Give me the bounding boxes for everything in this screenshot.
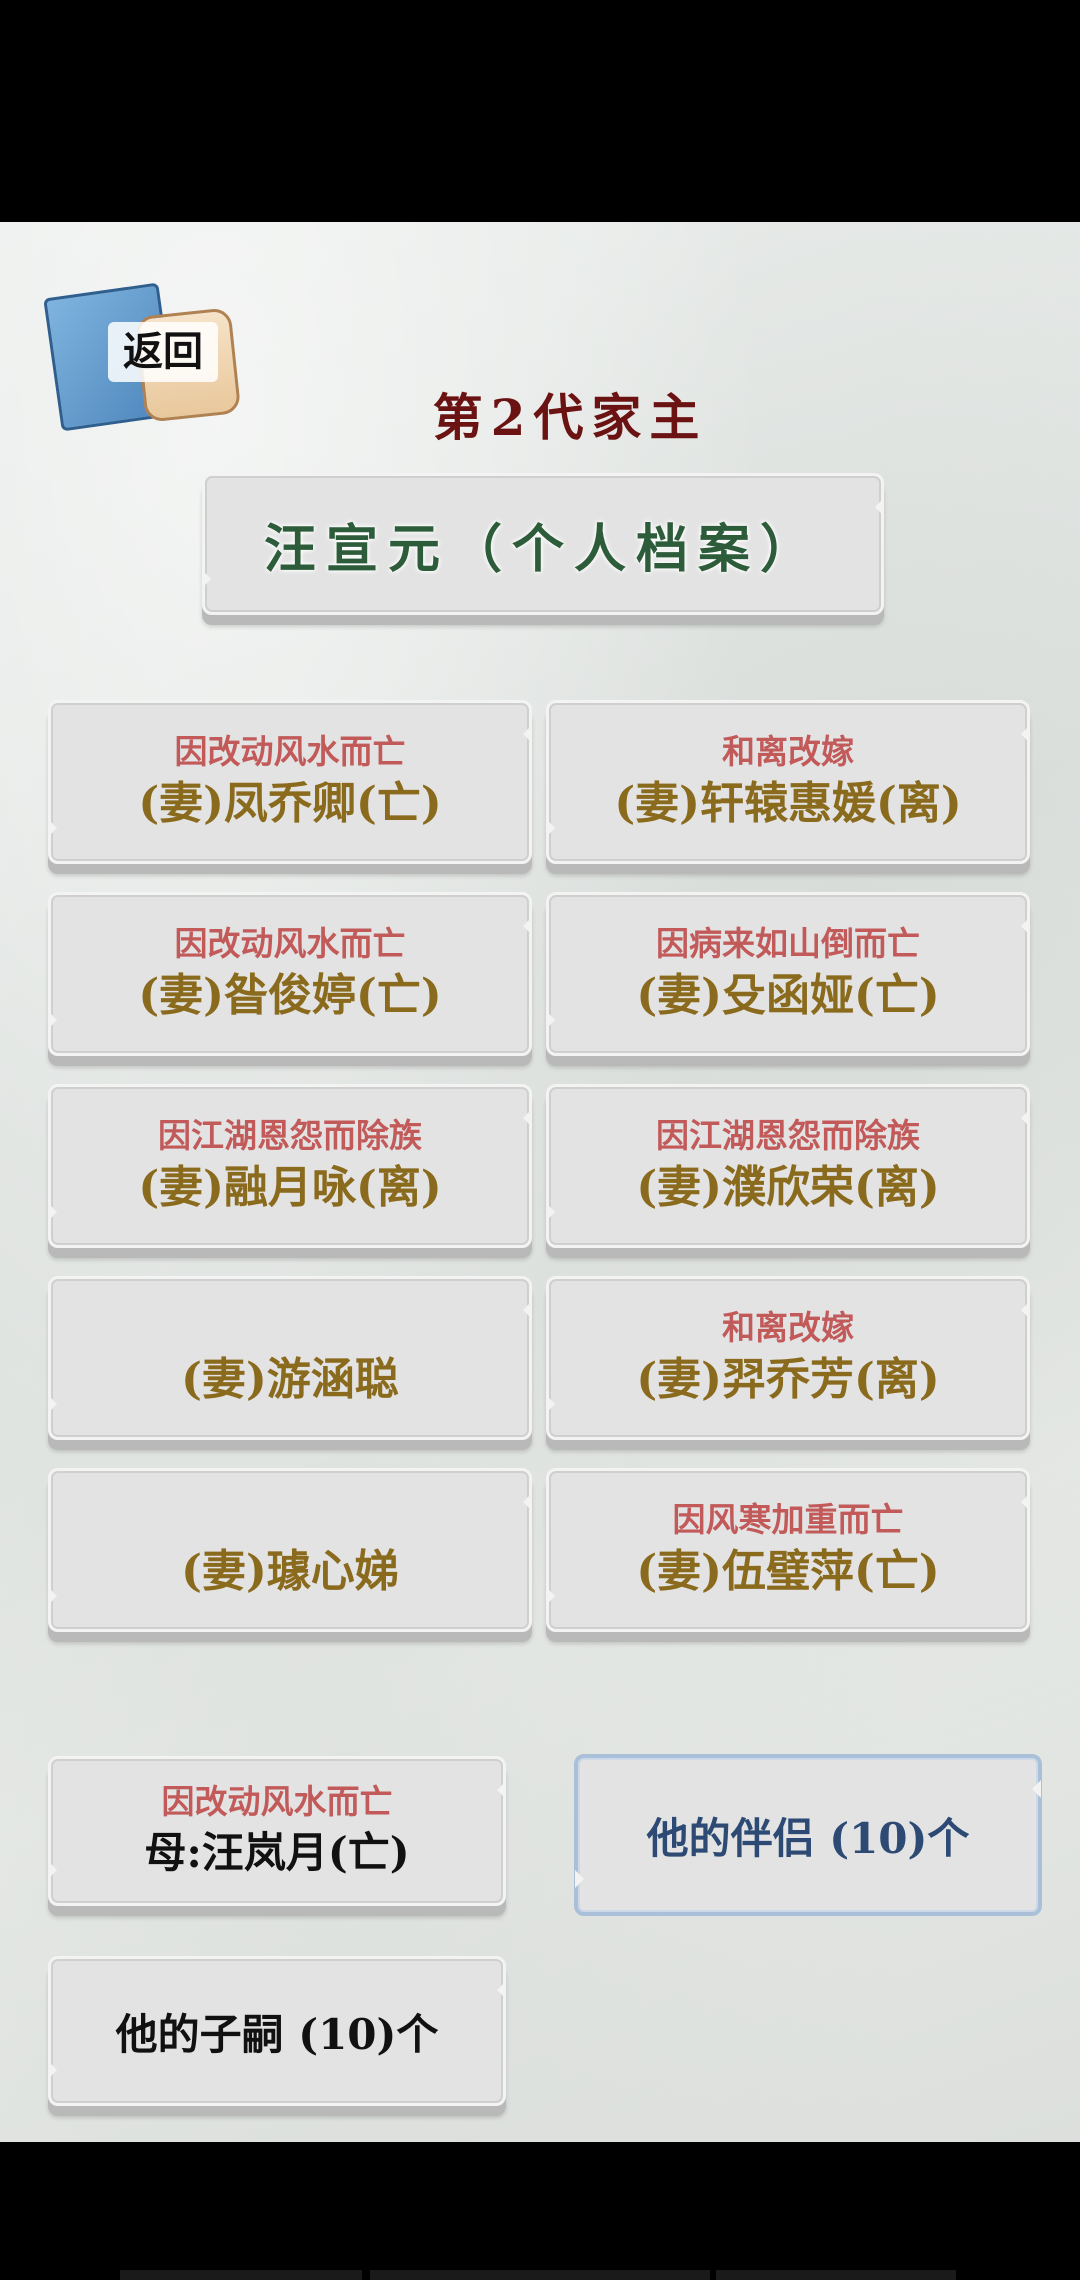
person-name-title: 汪宣元（个人档案） <box>263 518 822 580</box>
spouse-card[interactable]: 因改动风水而亡 (妻)凤乔卿(亡) <box>48 700 532 864</box>
spouse-status: 因江湖恩怨而除族 <box>158 1116 422 1155</box>
spouse-status: 因改动风水而亡 <box>174 732 406 771</box>
spouse-name: (妻)轩辕惠媛(离) <box>614 778 962 829</box>
spouse-card[interactable]: 因改动风水而亡 (妻)昝俊婷(亡) <box>48 892 532 1056</box>
spouse-card[interactable]: 因江湖恩怨而除族 (妻)濮欣荣(离) <box>546 1084 1030 1248</box>
partners-button[interactable]: 他的伴侣 (10)个 <box>574 1754 1042 1916</box>
spouse-card[interactable]: 和离改嫁 (妻)轩辕惠媛(离) <box>546 700 1030 864</box>
spouse-name: (妻)游涵聪 <box>181 1354 399 1405</box>
back-button-label: 返回 <box>108 322 218 382</box>
mother-card[interactable]: 因改动风水而亡 母:汪岚月(亡) <box>48 1756 506 1906</box>
person-name-banner: 汪宣元（个人档案） <box>202 473 884 615</box>
children-button-label: 他的子嗣 (10)个 <box>115 2009 439 2059</box>
spouse-status: 和离改嫁 <box>722 1308 854 1347</box>
spouse-card[interactable]: (妻)璩心娣 <box>48 1468 532 1632</box>
spouse-card[interactable]: 和离改嫁 (妻)羿乔芳(离) <box>546 1276 1030 1440</box>
spouse-name: (妻)殳函娅(亡) <box>636 970 940 1021</box>
spouse-status: 因江湖恩怨而除族 <box>656 1116 920 1155</box>
status-bar-area <box>0 0 1080 222</box>
spouse-name: (妻)融月咏(离) <box>138 1162 442 1213</box>
spouse-name: (妻)凤乔卿(亡) <box>138 778 442 829</box>
spouse-status: 因病来如山倒而亡 <box>656 924 920 963</box>
spouse-name: (妻)羿乔芳(离) <box>636 1354 940 1405</box>
spouse-name: (妻)璩心娣 <box>181 1546 399 1597</box>
nav-bar-segment <box>370 2270 710 2280</box>
nav-bar-segment <box>120 2270 362 2280</box>
spouse-status: 和离改嫁 <box>722 732 854 771</box>
children-button[interactable]: 他的子嗣 (10)个 <box>48 1956 506 2106</box>
spouse-name: (妻)伍璧萍(亡) <box>636 1546 940 1597</box>
nav-bar-segment <box>716 2270 956 2280</box>
spouse-status: 因风寒加重而亡 <box>672 1500 904 1539</box>
navigation-bar-area <box>0 2142 1080 2280</box>
spouse-card[interactable]: 因病来如山倒而亡 (妻)殳函娅(亡) <box>546 892 1030 1056</box>
spouse-name: (妻)昝俊婷(亡) <box>138 970 442 1021</box>
spouse-card[interactable]: (妻)游涵聪 <box>48 1276 532 1440</box>
mother-name: 母:汪岚月(亡) <box>144 1828 410 1877</box>
spouse-name: (妻)濮欣荣(离) <box>636 1162 940 1213</box>
spouse-card[interactable]: 因风寒加重而亡 (妻)伍璧萍(亡) <box>546 1468 1030 1632</box>
mother-status: 因改动风水而亡 <box>161 1782 393 1821</box>
spouse-status: 因改动风水而亡 <box>174 924 406 963</box>
generation-title: 第2代家主 <box>432 388 708 447</box>
spouse-card[interactable]: 因江湖恩怨而除族 (妻)融月咏(离) <box>48 1084 532 1248</box>
partners-button-label: 他的伴侣 (10)个 <box>646 1813 970 1863</box>
